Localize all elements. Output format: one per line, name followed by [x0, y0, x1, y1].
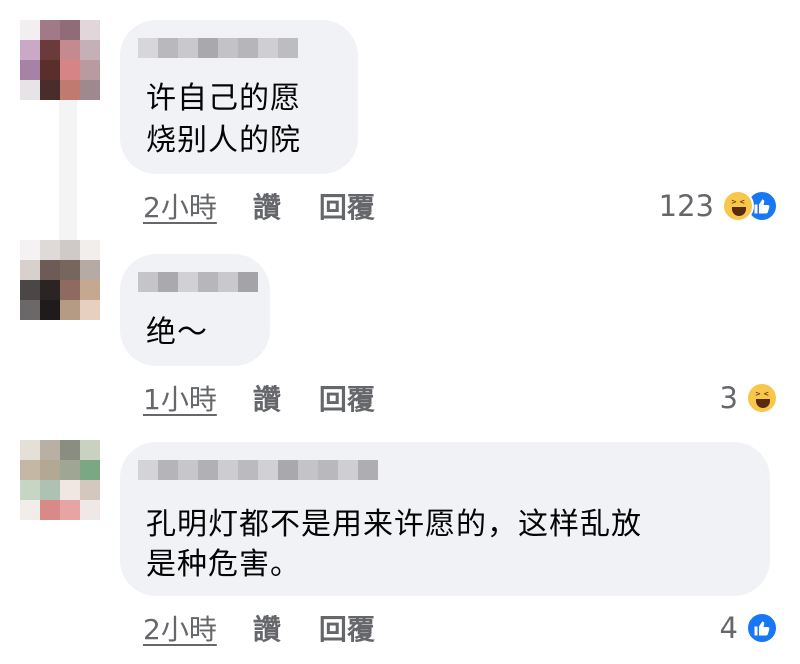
timestamp-link[interactable]: 2小時 [143, 608, 217, 648]
comment-text-line: 许自己的愿 [146, 81, 301, 116]
like-button[interactable]: 讚 [253, 378, 281, 418]
comment-actions: 2小時 讚 回覆 [143, 608, 375, 648]
haha-icon: > < [746, 382, 778, 414]
comment-actions: 2小時 讚 回覆 [143, 186, 375, 226]
haha-icon: > < [722, 190, 754, 222]
like-icon [746, 612, 778, 644]
comment-text-line: 烧别人的院 [146, 123, 301, 158]
author-name-blurred[interactable] [138, 460, 378, 480]
comment-text-line: 孔明灯都不是用来许愿的，这样乱放 [146, 507, 642, 542]
comment-bubble: 孔明灯都不是用来许愿的，这样乱放 是种危害。 [120, 442, 770, 596]
author-name-blurred[interactable] [138, 38, 298, 58]
comment-text-line: 绝～ [146, 315, 208, 350]
reaction-count: 3 [719, 381, 738, 415]
reply-button[interactable]: 回覆 [319, 608, 375, 648]
reply-button[interactable]: 回覆 [319, 378, 375, 418]
like-button[interactable]: 讚 [253, 186, 281, 226]
reply-button[interactable]: 回覆 [319, 186, 375, 226]
reaction-summary[interactable]: 123 > < [659, 186, 778, 226]
comment-2: 绝～ 1小時 讚 回覆 3 > < [0, 240, 800, 430]
comment-1: 许自己的愿 烧别人的院 2小時 讚 回覆 123 > < [0, 0, 800, 240]
comment-3: 孔明灯都不是用来许愿的，这样乱放 是种危害。 2小時 讚 回覆 4 [0, 430, 800, 664]
comment-bubble: 许自己的愿 烧别人的院 [120, 20, 358, 174]
reaction-summary[interactable]: 3 > < [720, 378, 778, 418]
comment-text-line: 是种危害。 [146, 547, 301, 582]
reaction-count: 123 [658, 189, 714, 223]
avatar[interactable] [20, 240, 100, 320]
reaction-summary[interactable]: 4 [720, 608, 778, 648]
like-button[interactable]: 讚 [253, 608, 281, 648]
reaction-count: 4 [719, 611, 738, 645]
thread-line [59, 100, 77, 240]
timestamp-link[interactable]: 2小時 [143, 186, 217, 226]
comment-bubble: 绝～ [120, 254, 270, 366]
author-name-blurred[interactable] [138, 272, 258, 292]
avatar[interactable] [20, 440, 100, 520]
avatar[interactable] [20, 20, 100, 100]
timestamp-link[interactable]: 1小時 [143, 378, 217, 418]
comment-actions: 1小時 讚 回覆 [143, 378, 375, 418]
